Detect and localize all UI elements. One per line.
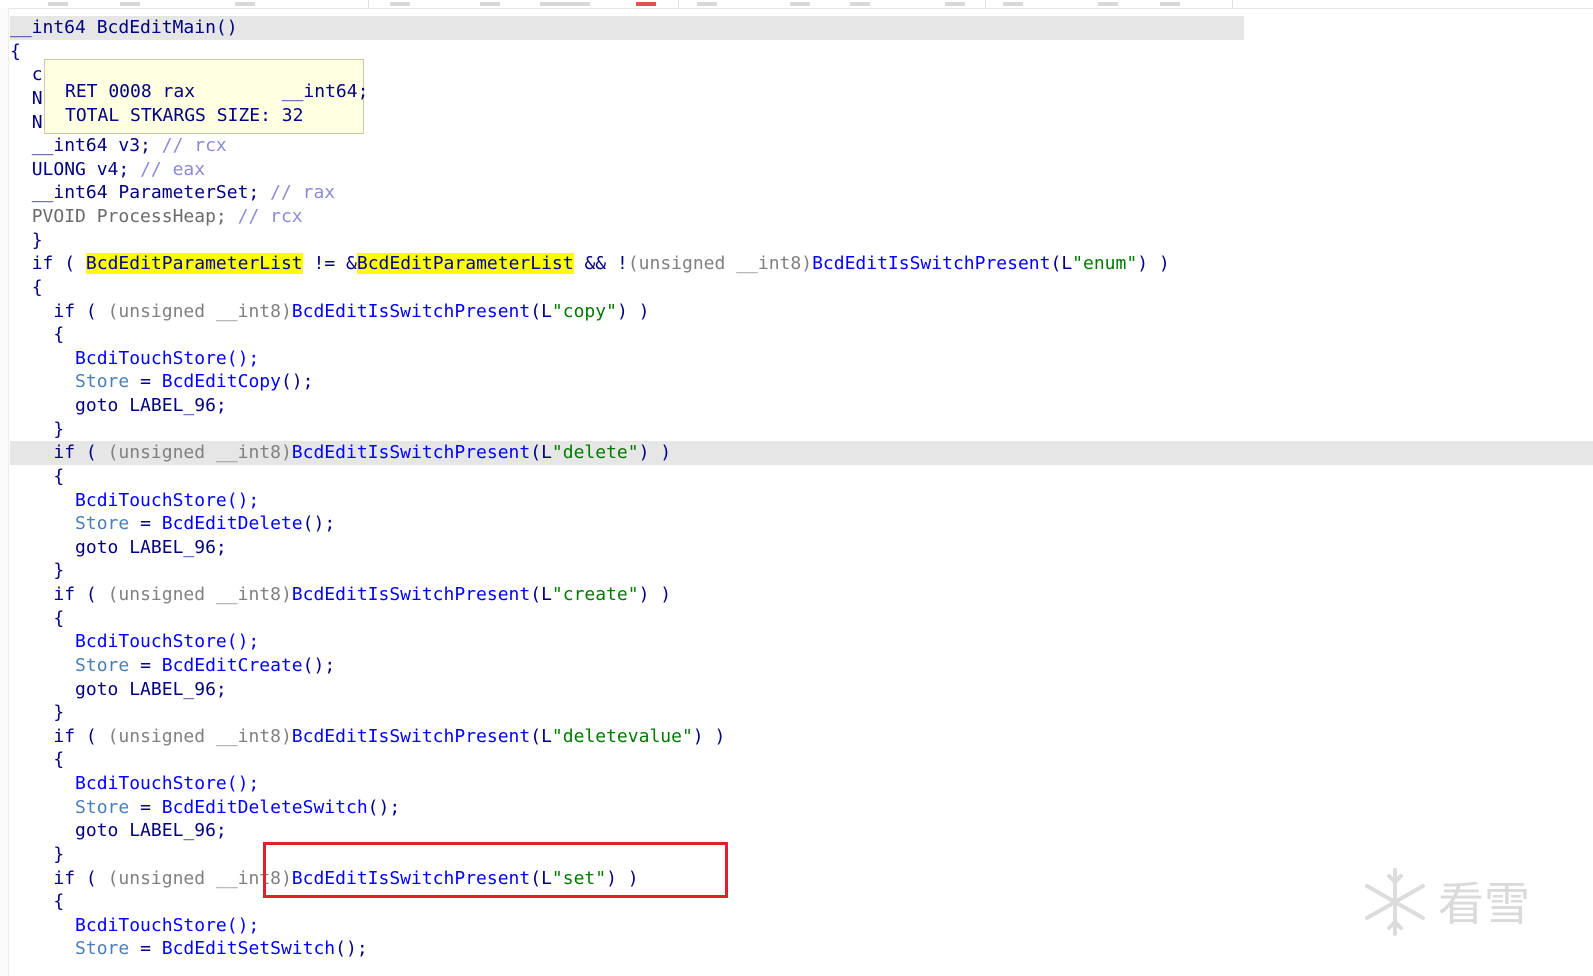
- tooltip-line: TOTAL STKARGS SIZE: 32: [65, 104, 304, 126]
- code-line[interactable]: {: [10, 465, 1593, 489]
- highlighted-identifier: BcdEditParameterList: [356, 253, 574, 275]
- code-line[interactable]: goto LABEL_96;: [10, 678, 1593, 702]
- code-line[interactable]: BcdiTouchStore();: [10, 772, 1593, 796]
- code-line[interactable]: Store = BcdEditDeleteSwitch();: [10, 796, 1593, 820]
- snowflake-icon: [1365, 868, 1425, 936]
- code-line[interactable]: BcdiTouchStore();: [10, 630, 1593, 654]
- pseudocode-view[interactable]: __int64 BcdEditMain() { cl N N __int64 v…: [10, 16, 1593, 961]
- toolbar-tab[interactable]: [1098, 2, 1118, 6]
- toolbar-tab[interactable]: [790, 2, 810, 6]
- code-line[interactable]: Store = BcdEditCreate();: [10, 654, 1593, 678]
- highlighted-identifier: BcdEditParameterList: [85, 253, 303, 275]
- code-line[interactable]: goto LABEL_96;: [10, 536, 1593, 560]
- toolbar-separator: [368, 0, 369, 8]
- code-line[interactable]: {: [10, 890, 1593, 914]
- code-line[interactable]: BcdiTouchStore();: [10, 914, 1593, 938]
- code-line[interactable]: goto LABEL_96;: [10, 819, 1593, 843]
- code-line[interactable]: if ( BcdEditParameterList != &BcdEditPar…: [10, 252, 1593, 276]
- code-line[interactable]: Store = BcdEditCopy();: [10, 370, 1593, 394]
- toolbar-separator: [985, 0, 986, 8]
- toolbar-tab[interactable]: [480, 2, 500, 6]
- toolbar-tab[interactable]: [1003, 2, 1023, 6]
- toolbar-tab[interactable]: [850, 2, 870, 6]
- code-line[interactable]: Store = BcdEditDelete();: [10, 512, 1593, 536]
- type-tooltip: RET 0008 rax __int64; TOTAL STKARGS SIZE…: [44, 59, 369, 134]
- code-line[interactable]: {: [10, 323, 1593, 347]
- code-line[interactable]: __int64 ParameterSet; // rax: [10, 181, 1593, 205]
- code-line[interactable]: }: [10, 701, 1593, 725]
- annotation-highlight-box: [263, 842, 728, 898]
- code-line[interactable]: if ( (unsigned __int8)BcdEditIsSwitchPre…: [10, 300, 1593, 324]
- current-code-line[interactable]: if ( (unsigned __int8)BcdEditIsSwitchPre…: [10, 441, 1593, 465]
- code-line[interactable]: Store = BcdEditSetSwitch();: [10, 937, 1593, 961]
- code-line[interactable]: BcdiTouchStore();: [10, 347, 1593, 371]
- tooltip-line: RET 0008 rax __int64;: [65, 81, 369, 102]
- toolbar-strip: [0, 0, 1593, 9]
- code-line[interactable]: PVOID ProcessHeap; // rcx: [10, 205, 1593, 229]
- watermark-text: 看雪: [1438, 877, 1530, 931]
- code-line[interactable]: {: [10, 607, 1593, 631]
- code-line[interactable]: if ( (unsigned __int8)BcdEditIsSwitchPre…: [10, 725, 1593, 749]
- code-line[interactable]: goto LABEL_96;: [10, 394, 1593, 418]
- code-line[interactable]: {: [10, 748, 1593, 772]
- toolbar-tab[interactable]: [48, 2, 68, 6]
- toolbar-tab[interactable]: [120, 2, 140, 6]
- code-line[interactable]: if ( (unsigned __int8)BcdEditIsSwitchPre…: [10, 583, 1593, 607]
- code-line[interactable]: __int64 v3; // rcx: [10, 134, 1593, 158]
- toolbar-tab[interactable]: [540, 2, 590, 6]
- toolbar-separator: [678, 0, 679, 8]
- code-line[interactable]: }: [10, 418, 1593, 442]
- toolbar-tab[interactable]: [1160, 2, 1180, 6]
- code-line[interactable]: }: [10, 559, 1593, 583]
- code-line[interactable]: ULONG v4; // eax: [10, 158, 1593, 182]
- function-signature[interactable]: __int64 BcdEditMain(): [10, 16, 1244, 40]
- toolbar-tab[interactable]: [390, 2, 410, 6]
- toolbar-separator: [1232, 0, 1233, 8]
- code-line[interactable]: }: [10, 843, 1593, 867]
- editor-gutter: [0, 8, 9, 976]
- toolbar-tab[interactable]: [697, 2, 717, 6]
- watermark: 看雪: [1365, 868, 1530, 936]
- toolbar-tab[interactable]: [945, 2, 965, 6]
- code-line[interactable]: }: [10, 229, 1593, 253]
- code-line[interactable]: BcdiTouchStore();: [10, 489, 1593, 513]
- code-line[interactable]: if ( (unsigned __int8)BcdEditIsSwitchPre…: [10, 867, 1593, 891]
- toolbar-tab-active[interactable]: [636, 2, 656, 6]
- code-line[interactable]: {: [10, 276, 1593, 300]
- toolbar-tab[interactable]: [235, 2, 255, 6]
